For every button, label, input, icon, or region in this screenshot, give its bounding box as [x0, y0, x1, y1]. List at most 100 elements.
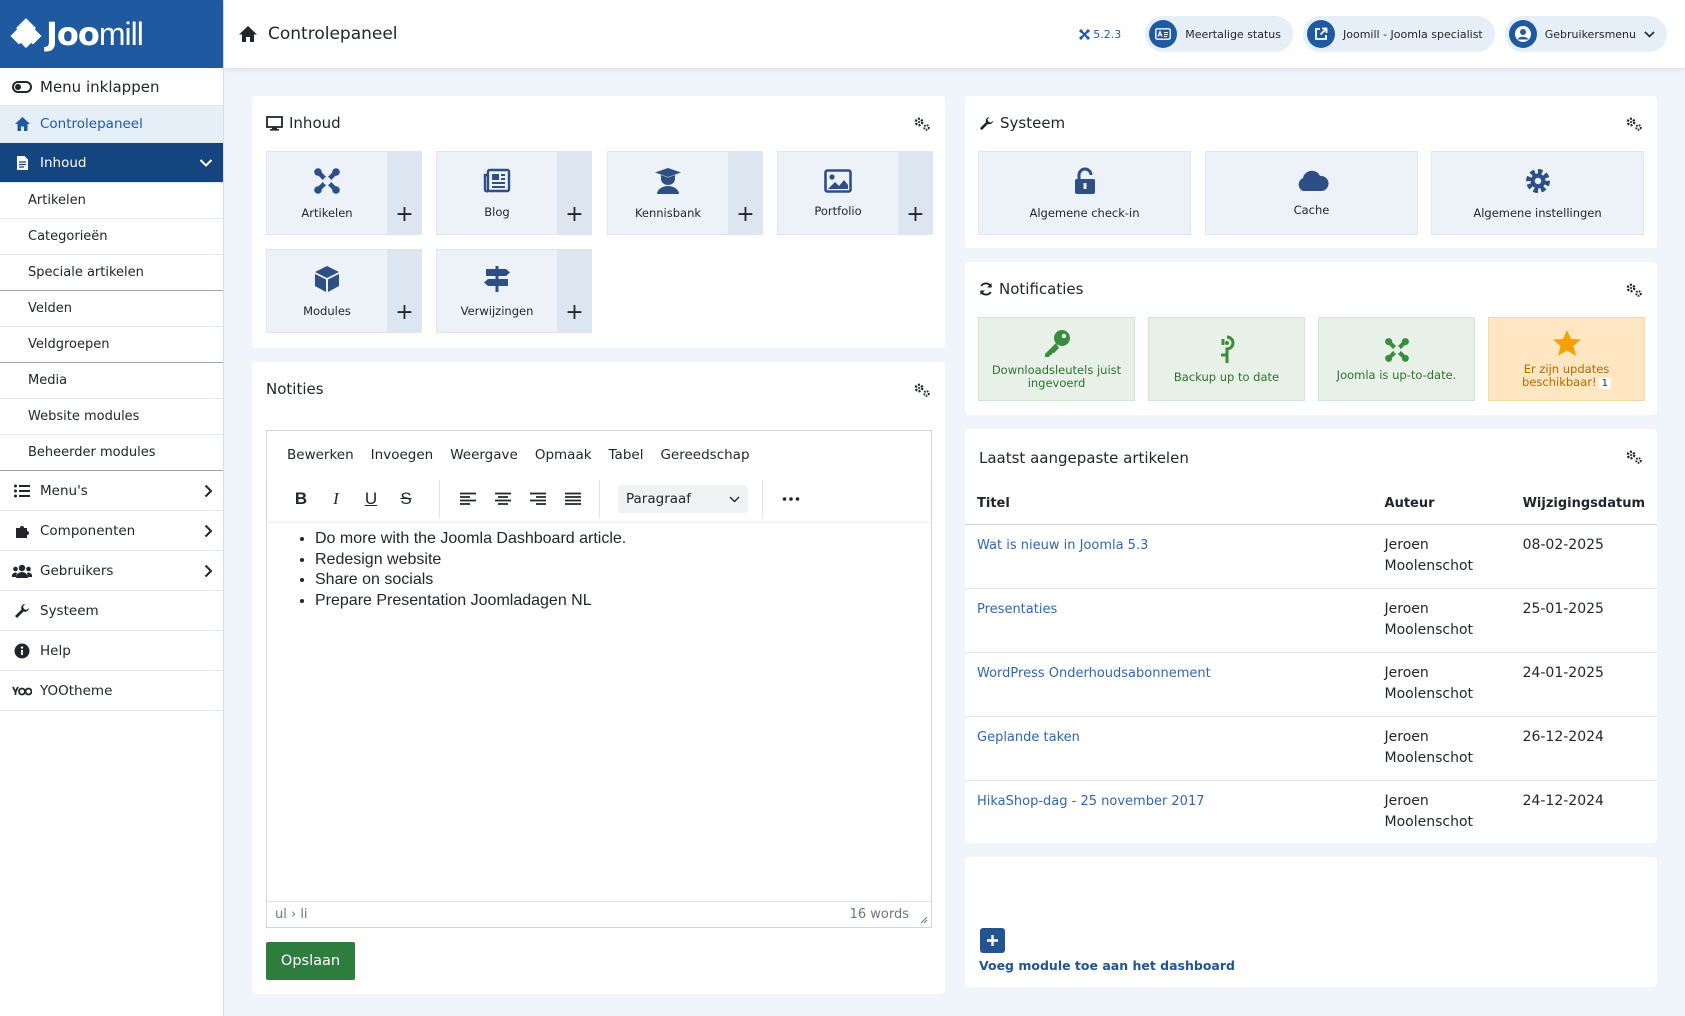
word-count[interactable]: 16 words [850, 907, 909, 922]
element-path[interactable]: ul › li [275, 907, 308, 922]
sidebar-subitem-fields[interactable]: Velden [0, 291, 223, 327]
sidebar-subitem-admin-modules[interactable]: Beheerder modules [0, 435, 223, 471]
graduate-icon [655, 167, 681, 194]
sidebar-subitem-categories[interactable]: Categorieën [0, 219, 223, 255]
cell-date: 26-12-2024 [1510, 716, 1657, 781]
underline-button[interactable]: U [357, 485, 385, 513]
tile-blog[interactable]: Blog [436, 151, 557, 235]
article-link[interactable]: Wat is nieuw in Joomla 5.3 [977, 538, 1148, 553]
sidebar-item-help[interactable]: Help [0, 631, 223, 671]
sidebar-item-menus[interactable]: Menu's [0, 471, 223, 511]
notification-joomla-uptodate[interactable]: Joomla is up-to-date. [1318, 317, 1475, 401]
gears-icon[interactable] [913, 382, 931, 398]
menu-edit[interactable]: Bewerken [287, 447, 354, 463]
gears-icon[interactable] [1625, 449, 1643, 465]
block-format-select[interactable]: Paragraaf [618, 485, 748, 513]
align-justify-icon [565, 492, 581, 505]
sidebar-item-components[interactable]: Componenten [0, 511, 223, 551]
gears-icon[interactable] [1625, 116, 1643, 132]
menu-insert[interactable]: Invoegen [371, 447, 434, 463]
card-title: Notities [266, 380, 324, 398]
bold-button[interactable]: B [287, 485, 315, 513]
sidebar-item-users[interactable]: Gebruikers [0, 551, 223, 591]
multilang-status-button[interactable]: Meertalige status [1145, 16, 1293, 52]
card-title: Notificaties [999, 280, 1084, 298]
notification-download-keys[interactable]: Downloadsleutels juist ingevoerd [978, 317, 1135, 401]
resize-handle-icon[interactable] [920, 916, 928, 924]
editor-content[interactable]: Do more with the Joomla Dashboard articl… [287, 529, 626, 611]
add-blog-button[interactable]: + [557, 151, 592, 235]
article-link[interactable]: Geplande taken [977, 730, 1080, 745]
list-icon [12, 481, 32, 501]
editor-statusbar: ul › li 16 words [267, 901, 931, 927]
user-menu-button[interactable]: Gebruikersmenu [1504, 16, 1667, 52]
wrench-icon [979, 116, 994, 130]
tile-label: Portfolio [814, 203, 862, 218]
chevron-right-icon [204, 484, 213, 497]
align-right-button[interactable] [524, 485, 552, 513]
tile-articles[interactable]: Artikelen [266, 151, 387, 235]
menu-format[interactable]: Opmaak [535, 447, 592, 463]
card-title: Laatst aangepaste artikelen [979, 449, 1189, 467]
tile-cache[interactable]: Cache [1205, 151, 1418, 235]
tile-knowledge-base[interactable]: Kennisbank [607, 151, 728, 235]
sidebar: Joomill Menu inklappen Controlepaneel In… [0, 0, 224, 1016]
sidebar-item-label: Help [40, 642, 71, 659]
add-dashboard-module-button[interactable] [980, 928, 1005, 953]
article-link[interactable]: WordPress Onderhoudsabonnement [977, 666, 1211, 681]
add-dashboard-module-label[interactable]: Voeg module toe aan het dashboard [979, 958, 1235, 973]
gears-icon[interactable] [1625, 282, 1643, 298]
joomla-icon [1079, 28, 1090, 40]
sidebar-subitem-media[interactable]: Media [0, 363, 223, 399]
sidebar-subitem-articles[interactable]: Artikelen [0, 183, 223, 219]
card-header: Notificaties [979, 280, 1083, 298]
sidebar-item-dashboard[interactable]: Controlepaneel [0, 106, 223, 143]
add-portfolio-button[interactable]: + [898, 151, 933, 235]
menu-table[interactable]: Tabel [609, 447, 644, 463]
sidebar-item-yootheme[interactable]: YOOtheme [0, 671, 223, 711]
menu-collapse-toggle[interactable]: Menu inklappen [0, 68, 223, 106]
notification-updates-available[interactable]: Er zijn updates beschikbaar! 1 [1488, 317, 1645, 401]
wrench-icon [12, 601, 32, 621]
sidebar-subitem-site-modules[interactable]: Website modules [0, 399, 223, 435]
notification-text: Er zijn updates beschikbaar! [1522, 362, 1610, 389]
star-icon [1552, 330, 1581, 357]
add-article-button[interactable]: + [387, 151, 422, 235]
cube-icon [315, 265, 339, 292]
tile-global-checkin[interactable]: Algemene check-in [978, 151, 1191, 235]
tile-modules[interactable]: Modules [266, 249, 387, 333]
sidebar-item-content[interactable]: Inhoud [0, 143, 223, 183]
cell-date: 24-12-2024 [1522, 792, 1604, 809]
align-center-button[interactable] [489, 485, 517, 513]
cell-title: WordPress Onderhoudsabonnement [965, 652, 1373, 717]
sidebar-item-system[interactable]: Systeem [0, 591, 223, 631]
more-button[interactable] [777, 485, 805, 513]
tile-redirects[interactable]: Verwijzingen [436, 249, 557, 333]
cell-title: Geplande taken [965, 716, 1373, 781]
strikethrough-button[interactable]: S [392, 485, 420, 513]
article-link[interactable]: Presentaties [977, 602, 1057, 617]
menu-tools[interactable]: Gereedschap [660, 447, 749, 463]
tile-global-configuration[interactable]: Algemene instellingen [1431, 151, 1644, 235]
gears-icon[interactable] [913, 116, 931, 132]
align-left-button[interactable] [454, 485, 482, 513]
add-redirect-button[interactable]: + [557, 249, 592, 333]
cell-date: 08-02-2025 [1510, 524, 1657, 589]
italic-button[interactable]: I [322, 485, 350, 513]
chevron-right-icon [204, 564, 213, 577]
sidebar-item-label: Componenten [40, 522, 136, 539]
tile-portfolio[interactable]: Portfolio [777, 151, 898, 235]
view-site-button[interactable]: Joomill - Joomla specialist [1303, 16, 1495, 52]
sidebar-subitem-featured[interactable]: Speciale artikelen [0, 255, 223, 291]
menu-view[interactable]: Weergave [450, 447, 518, 463]
save-button[interactable]: Opslaan [266, 942, 355, 980]
logo[interactable]: Joomill [0, 0, 223, 68]
sidebar-subitem-field-groups[interactable]: Veldgroepen [0, 327, 223, 363]
page-title-text: Controlepaneel [268, 24, 398, 44]
add-knowledge-base-button[interactable]: + [728, 151, 763, 235]
article-link[interactable]: HikaShop-dag - 25 november 2017 [977, 794, 1205, 809]
align-justify-button[interactable] [559, 485, 587, 513]
add-module-button[interactable]: + [387, 249, 422, 333]
notification-backup[interactable]: Backup up to date [1148, 317, 1305, 401]
notification-label: Downloadsleutels juist ingevoerd [991, 363, 1122, 390]
